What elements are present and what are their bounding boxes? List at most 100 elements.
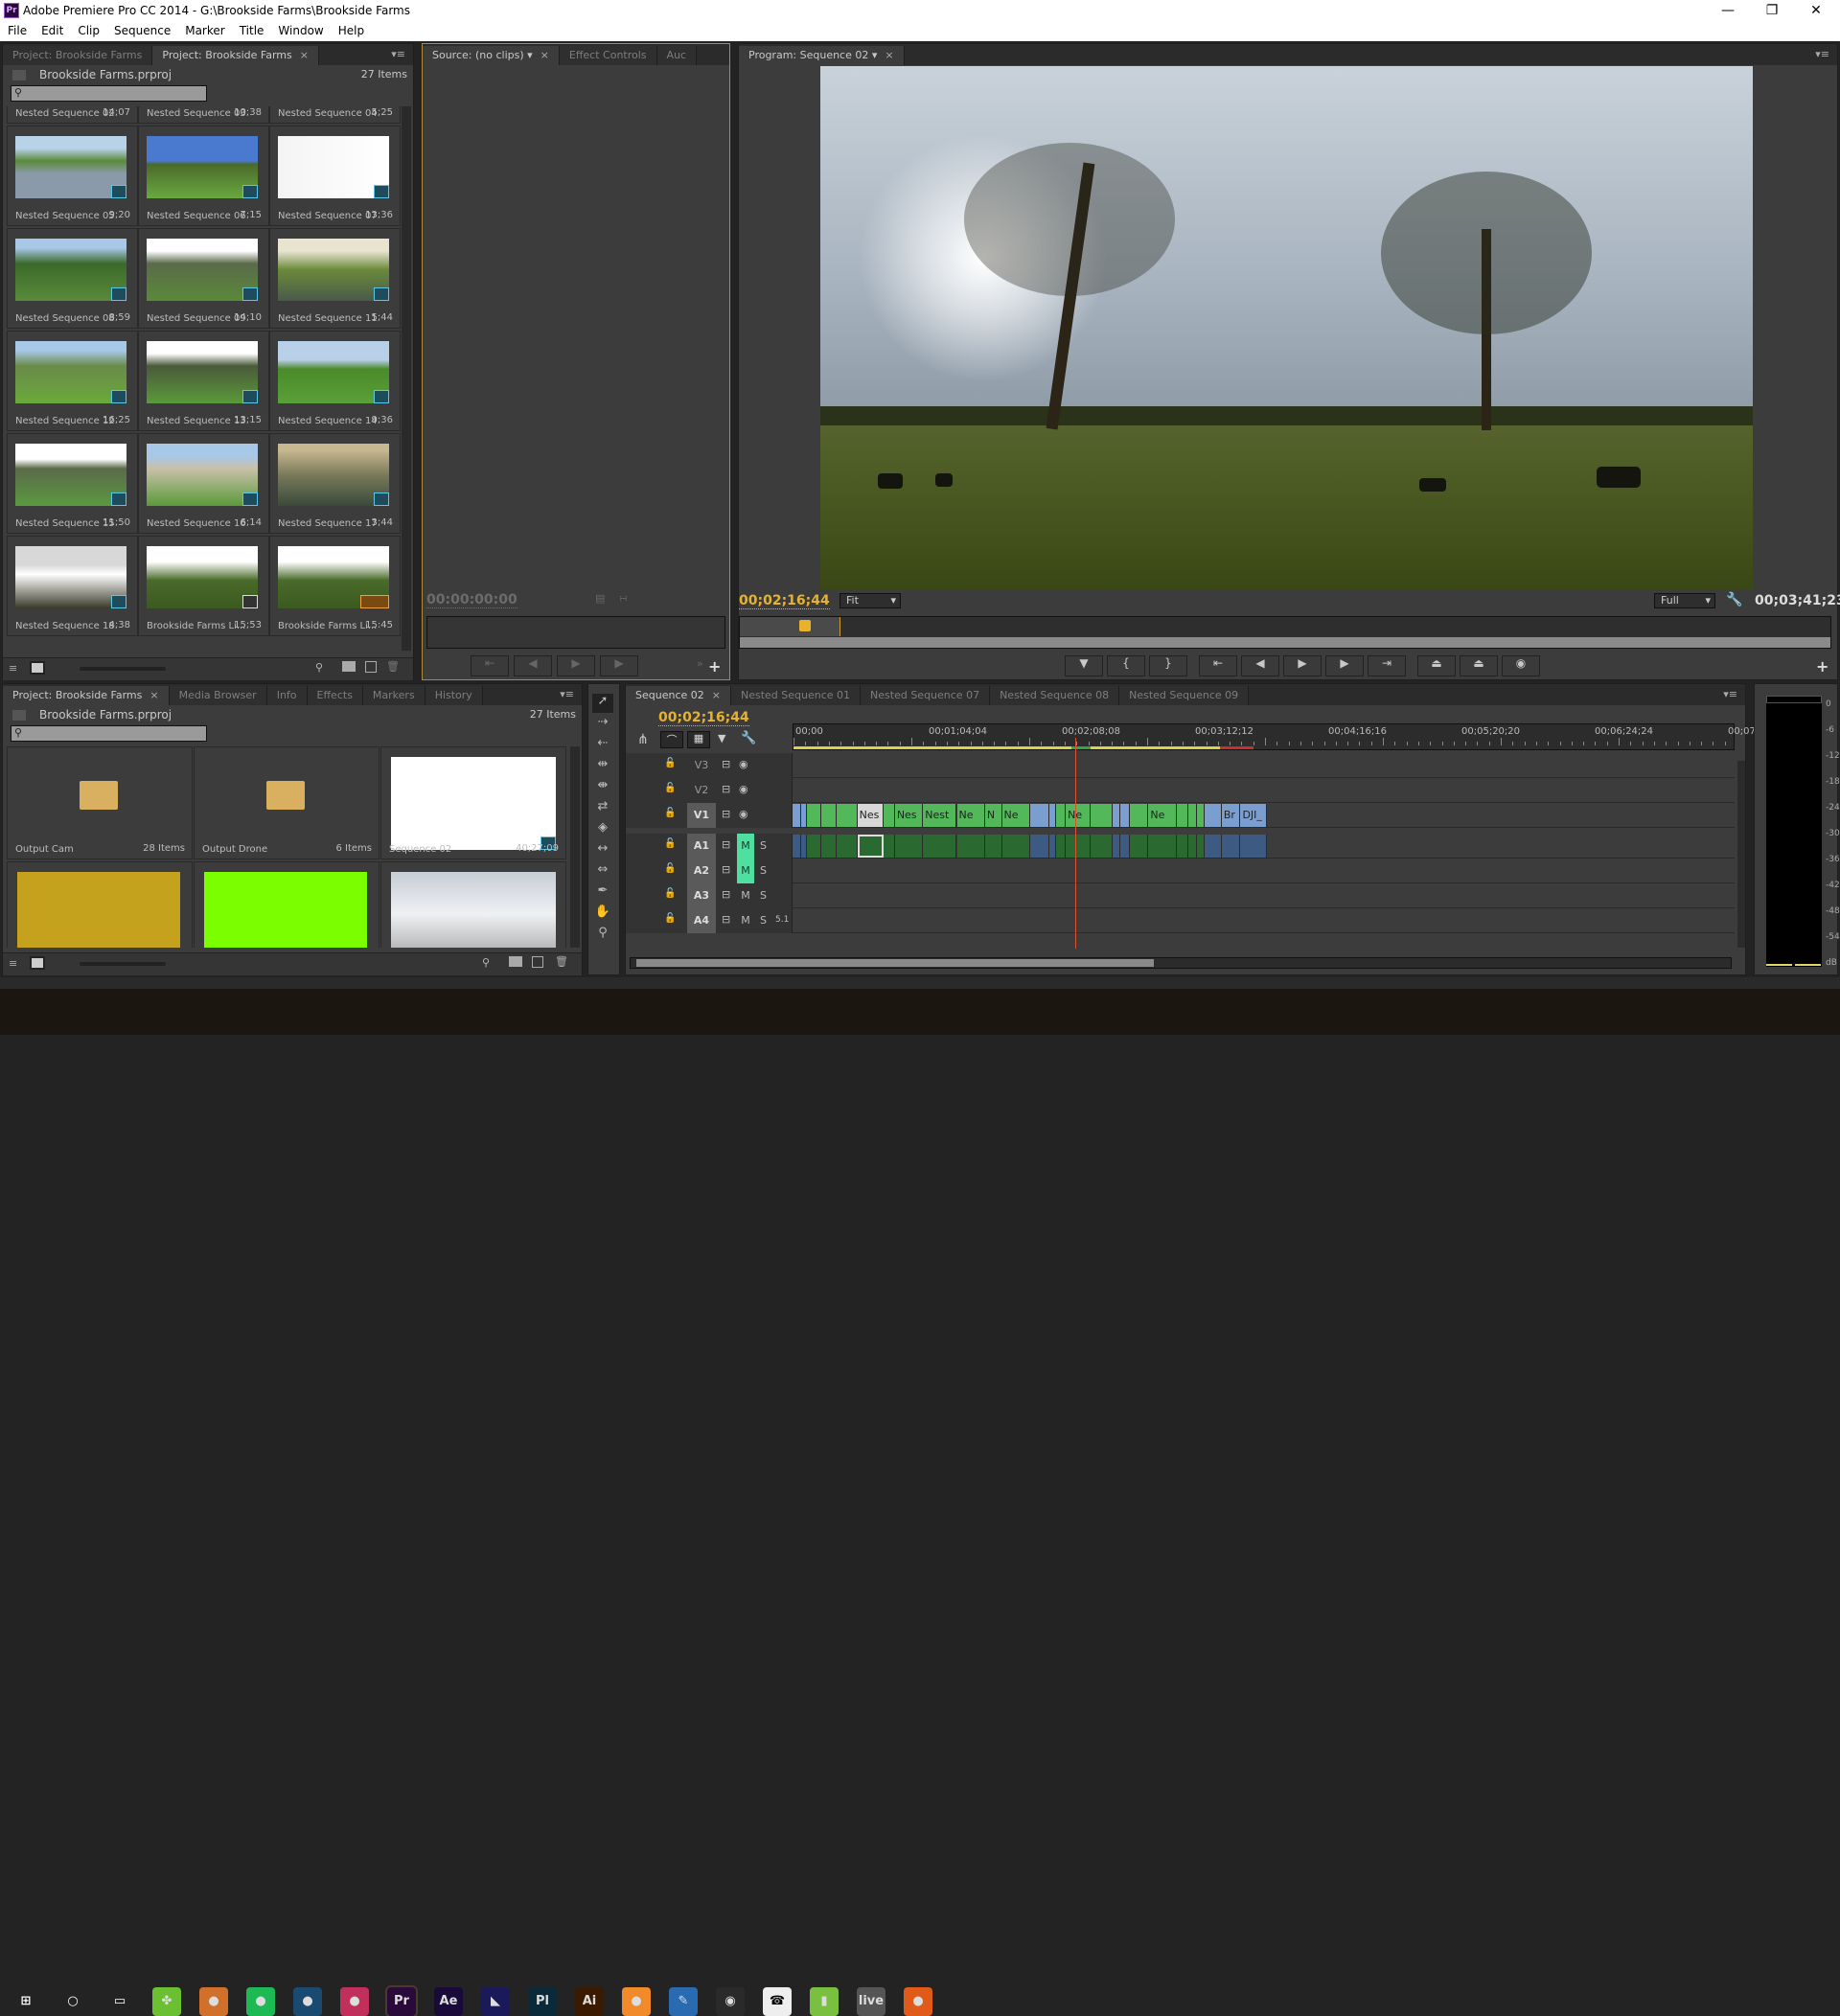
project-item[interactable]: Nested Sequence 15 11;50 bbox=[7, 433, 138, 534]
video-clip[interactable] bbox=[1129, 804, 1149, 827]
eye-icon[interactable]: ◉ bbox=[739, 808, 748, 820]
project-item[interactable]: Nested Sequence 03 10;38 bbox=[138, 106, 269, 124]
taskbar-app-origin[interactable]: ● bbox=[904, 1987, 932, 2016]
mute-button[interactable]: M bbox=[737, 834, 754, 859]
panel-menu-icon[interactable]: ▾≡ bbox=[391, 48, 405, 60]
color-matte-thumbnail[interactable] bbox=[17, 872, 180, 948]
taskbar-app-clover[interactable]: ✤ bbox=[152, 1987, 181, 2016]
selection-tool-icon[interactable]: ➚ bbox=[592, 694, 613, 713]
item-thumbnail[interactable] bbox=[278, 546, 389, 608]
video-clip[interactable] bbox=[1090, 804, 1114, 827]
project-item[interactable]: Nested Sequence 06 7;15 bbox=[138, 126, 269, 226]
scrollbar-thumb[interactable] bbox=[636, 959, 1154, 967]
slide-tool-icon[interactable]: ⇔ bbox=[592, 862, 613, 882]
audio-clip[interactable] bbox=[1187, 835, 1198, 858]
program-video-frame[interactable] bbox=[820, 66, 1753, 590]
project-item[interactable] bbox=[7, 861, 193, 948]
menu-help[interactable]: Help bbox=[331, 21, 371, 37]
tab-source[interactable]: Source: (no clips) ▾ × bbox=[423, 46, 560, 65]
more-icon[interactable]: » bbox=[697, 657, 703, 670]
track-select-backward-icon[interactable]: ⇠ bbox=[592, 736, 613, 755]
video-clip[interactable] bbox=[1029, 804, 1049, 827]
audio-clip[interactable] bbox=[1148, 835, 1177, 858]
lock-icon[interactable]: 🔓 bbox=[664, 783, 676, 793]
taskbar-app-live[interactable]: live bbox=[857, 1987, 886, 2016]
project-item[interactable]: Brookside Farms Li... 15;53 bbox=[138, 536, 269, 636]
video-clip[interactable]: Ne bbox=[1148, 804, 1177, 827]
program-current-timecode[interactable]: 00;02;16;44 bbox=[739, 593, 830, 609]
track-name[interactable]: V2 bbox=[687, 778, 716, 803]
item-thumbnail[interactable] bbox=[391, 872, 556, 948]
step-forward-button[interactable]: ▶ bbox=[1325, 655, 1364, 676]
lock-icon[interactable]: 🔓 bbox=[664, 808, 676, 818]
project-item[interactable]: Nested Sequence 16 6;14 bbox=[138, 433, 269, 534]
tab-program[interactable]: Program: Sequence 02 ▾ × bbox=[739, 46, 905, 65]
taskbar-app-phone[interactable]: ▮ bbox=[810, 1987, 839, 2016]
folder-up-icon[interactable] bbox=[12, 70, 26, 80]
lock-icon[interactable]: 🔓 bbox=[664, 838, 676, 849]
go-to-in-button[interactable]: ⇤ bbox=[1199, 655, 1237, 676]
mute-button[interactable]: M bbox=[737, 908, 754, 933]
video-clip[interactable] bbox=[837, 804, 858, 827]
panel-menu-icon[interactable]: ▾≡ bbox=[560, 688, 574, 700]
audio-clip[interactable] bbox=[793, 835, 801, 858]
eye-icon[interactable]: ◉ bbox=[739, 783, 748, 795]
video-clip[interactable]: N bbox=[984, 804, 1002, 827]
tab-project-2[interactable]: Project: Brookside Farms × bbox=[152, 46, 319, 65]
project-item[interactable]: Nested Sequence 14 9;36 bbox=[269, 331, 401, 431]
mark-out-button[interactable]: } bbox=[1149, 655, 1187, 676]
item-thumbnail[interactable] bbox=[147, 239, 258, 301]
video-clip[interactable]: Nes bbox=[894, 804, 924, 827]
timeline-vertical-scrollbar[interactable] bbox=[1737, 761, 1745, 948]
sync-lock-icon[interactable]: ⊟ bbox=[722, 913, 730, 926]
menu-file[interactable]: File bbox=[0, 21, 34, 37]
solo-button[interactable]: S bbox=[760, 889, 767, 902]
source-step-back-button[interactable]: ◀ bbox=[514, 655, 552, 676]
audio-clip[interactable] bbox=[1001, 835, 1030, 858]
play-button[interactable]: ▶ bbox=[1283, 655, 1322, 676]
drag-video-icon[interactable]: ▤ bbox=[595, 592, 605, 605]
video-clip[interactable]: Nest bbox=[923, 804, 957, 827]
menu-marker[interactable]: Marker bbox=[177, 21, 231, 37]
tab-sequence-02[interactable]: Sequence 02 × bbox=[626, 686, 731, 705]
taskbar-app-camera-app[interactable]: ◉ bbox=[716, 1987, 745, 2016]
thumbnail-size-slider[interactable] bbox=[80, 667, 166, 671]
add-button-icon[interactable]: + bbox=[1816, 657, 1828, 676]
audio-clip[interactable] bbox=[1221, 835, 1241, 858]
export-frame-button[interactable]: ◉ bbox=[1502, 655, 1540, 676]
item-thumbnail[interactable] bbox=[391, 757, 556, 850]
tab-info[interactable]: Info bbox=[266, 686, 308, 705]
mute-button[interactable]: M bbox=[737, 883, 754, 908]
menu-edit[interactable]: Edit bbox=[34, 21, 70, 37]
item-thumbnail[interactable] bbox=[147, 444, 258, 506]
video-clip[interactable] bbox=[821, 804, 838, 827]
project-item[interactable]: Nested Sequence 09 14;10 bbox=[138, 228, 269, 329]
slip-tool-icon[interactable]: ↔ bbox=[592, 841, 613, 860]
close-tab-icon[interactable]: × bbox=[712, 689, 721, 701]
audio-clip[interactable] bbox=[1066, 835, 1091, 858]
dropdown-icon[interactable]: ▾ bbox=[527, 49, 533, 61]
item-thumbnail[interactable] bbox=[147, 341, 258, 403]
video-clip[interactable] bbox=[806, 804, 822, 827]
drag-audio-icon[interactable]: ∺ bbox=[619, 592, 628, 605]
taskbar-app-after-effects[interactable]: Ae bbox=[434, 1987, 463, 2016]
video-clip[interactable] bbox=[1205, 804, 1222, 827]
video-clip[interactable]: Ne bbox=[1001, 804, 1030, 827]
track-name[interactable]: V3 bbox=[687, 753, 716, 778]
taskbar-app-orange-app[interactable]: ● bbox=[622, 1987, 651, 2016]
timeline-timecode[interactable]: 00;02;16;44 bbox=[658, 710, 749, 726]
taskbar-app-task-view[interactable]: ▭ bbox=[105, 1987, 134, 2016]
audio-clip[interactable] bbox=[1048, 835, 1057, 858]
audio-clip[interactable] bbox=[923, 835, 957, 858]
item-thumbnail[interactable] bbox=[15, 341, 126, 403]
taskbar-app-bandicam[interactable]: ☎ bbox=[763, 1987, 792, 2016]
project-item[interactable]: Nested Sequence 08 8;59 bbox=[7, 228, 138, 329]
project-item[interactable]: Nested Sequence 11 5;44 bbox=[269, 228, 401, 329]
delete-icon[interactable]: 🗑 bbox=[555, 955, 568, 968]
lock-icon[interactable]: 🔓 bbox=[664, 888, 676, 899]
item-thumbnail[interactable] bbox=[15, 239, 126, 301]
pen-tool-icon[interactable]: ✒ bbox=[592, 883, 613, 903]
item-thumbnail[interactable] bbox=[15, 136, 126, 198]
close-window-button[interactable]: ✕ bbox=[1794, 0, 1838, 21]
project-item[interactable]: Nested Sequence 02 14;07 bbox=[7, 106, 138, 124]
